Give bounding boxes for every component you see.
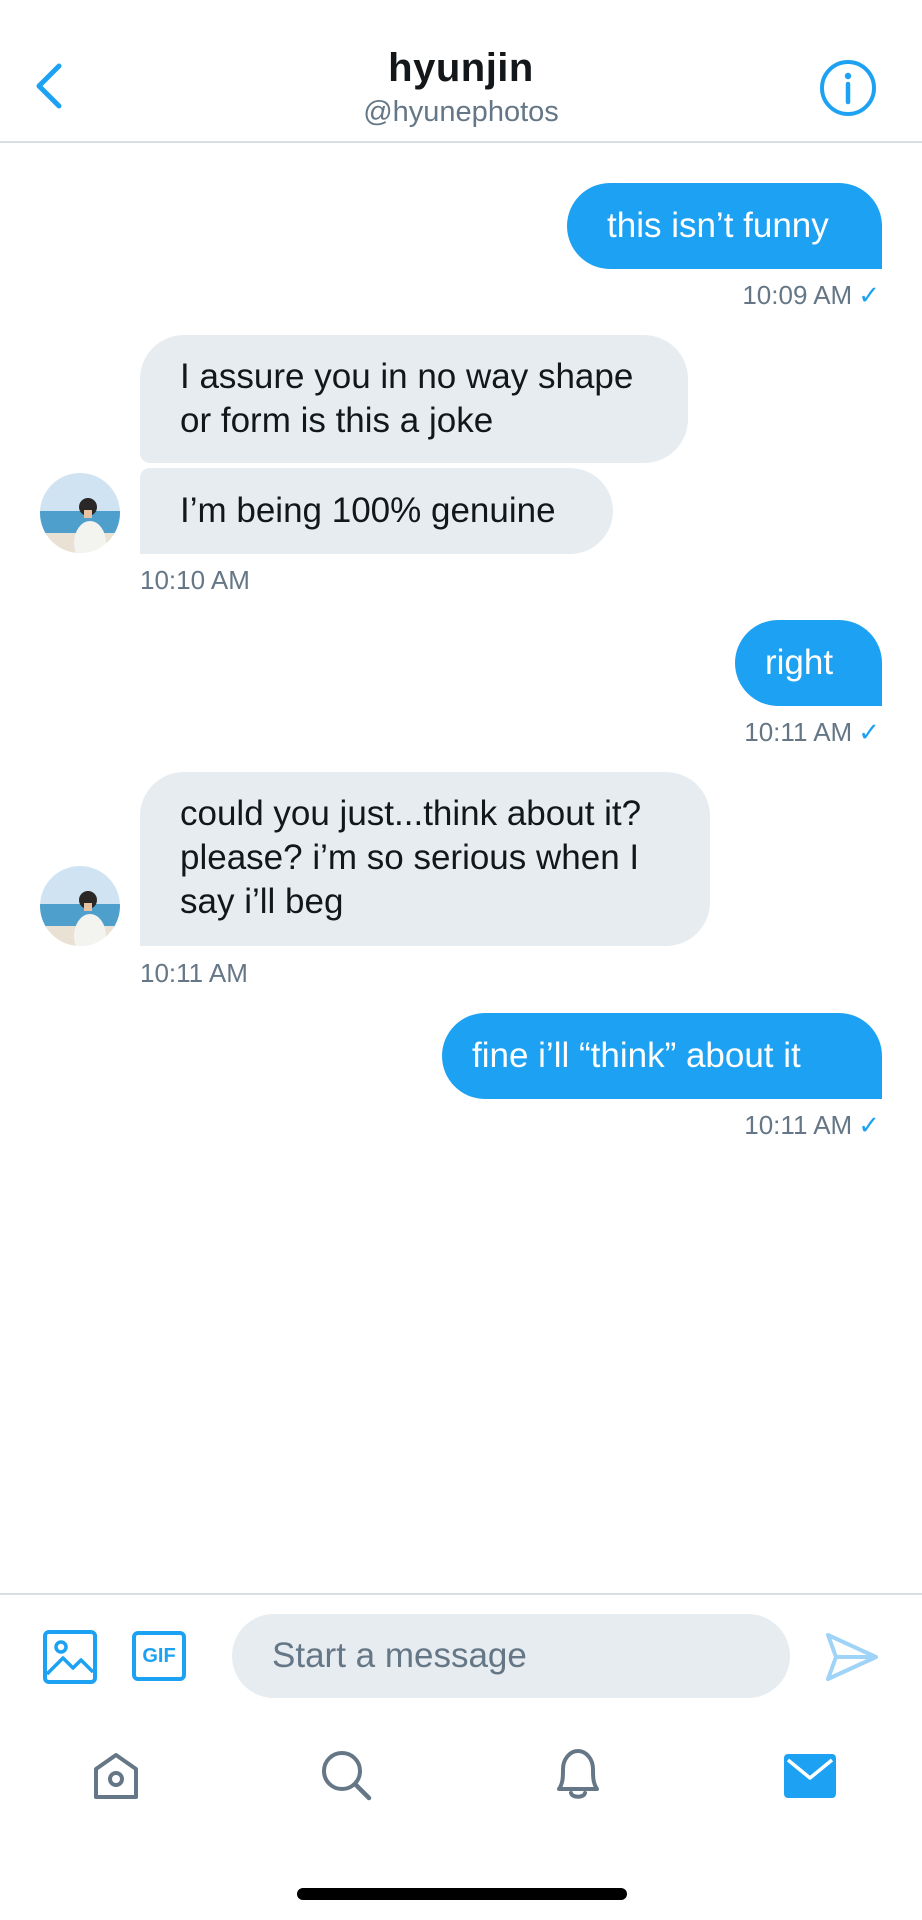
- message-text: this isn’t funny: [607, 206, 829, 245]
- tab-notifications[interactable]: [548, 1743, 608, 1805]
- avatar[interactable]: [40, 866, 120, 946]
- home-icon: [94, 1753, 138, 1799]
- read-check-icon: ✓: [858, 1110, 880, 1140]
- tab-home[interactable]: [86, 1745, 146, 1805]
- message-text: fine i’ll “think” about it: [472, 1036, 801, 1075]
- message-text: right: [765, 643, 834, 682]
- read-check-icon: ✓: [858, 280, 880, 310]
- message-bubble-received[interactable]: I’m being 100% genuine: [140, 468, 613, 554]
- timestamp-text: 10:11 AM: [744, 717, 853, 747]
- search-icon: [322, 1751, 372, 1801]
- message-bubble-received[interactable]: I assure you in no way shape or form is …: [140, 335, 688, 463]
- info-circle-icon: [820, 60, 876, 116]
- timestamp-text: 10:09 AM: [742, 280, 853, 310]
- message-composer: GIF: [0, 1593, 922, 1715]
- image-icon: [43, 1630, 97, 1684]
- tab-bar: [0, 1713, 922, 1833]
- send-icon: [826, 1633, 878, 1681]
- messages-icon: [784, 1754, 836, 1798]
- message-bubble-received[interactable]: could you just...think about it? please?…: [140, 772, 710, 946]
- tab-search[interactable]: [316, 1745, 376, 1805]
- conversation-handle: @hyunephotos: [363, 96, 559, 128]
- avatar[interactable]: [40, 473, 120, 553]
- message-timestamp: 10:10 AM: [140, 565, 250, 596]
- info-button[interactable]: [818, 58, 878, 118]
- message-text: could you just...think about it? please?…: [180, 794, 642, 921]
- tab-messages[interactable]: [780, 1749, 840, 1803]
- message-timestamp: 10:11 AM ✓: [744, 1110, 880, 1141]
- avatar-image: [40, 866, 120, 946]
- message-timestamp: 10:09 AM ✓: [742, 280, 880, 311]
- timestamp-text: 10:10 AM: [140, 565, 250, 595]
- message-text: I’m being 100% genuine: [180, 491, 556, 530]
- read-check-icon: ✓: [858, 717, 880, 747]
- gif-label: GIF: [142, 1644, 176, 1667]
- timestamp-text: 10:11 AM: [140, 958, 248, 988]
- message-bubble-sent[interactable]: right: [735, 620, 882, 706]
- home-indicator: [297, 1888, 627, 1900]
- notifications-icon: [557, 1749, 599, 1799]
- conversation-title: hyunjin: [388, 46, 534, 90]
- timestamp-text: 10:11 AM: [744, 1110, 853, 1140]
- message-timestamp: 10:11 AM: [140, 958, 248, 989]
- message-bubble-sent[interactable]: this isn’t funny: [567, 183, 882, 269]
- add-image-button[interactable]: [42, 1629, 98, 1685]
- send-button[interactable]: [822, 1627, 882, 1687]
- conversation-header: hyunjin @hyunephotos: [0, 0, 922, 143]
- avatar-image: [40, 473, 120, 553]
- message-bubble-sent[interactable]: fine i’ll “think” about it: [442, 1013, 882, 1099]
- add-gif-button[interactable]: GIF: [132, 1631, 186, 1681]
- message-timestamp: 10:11 AM ✓: [744, 717, 880, 748]
- message-input[interactable]: [232, 1614, 790, 1698]
- message-text: I assure you in no way shape or form is …: [180, 357, 634, 440]
